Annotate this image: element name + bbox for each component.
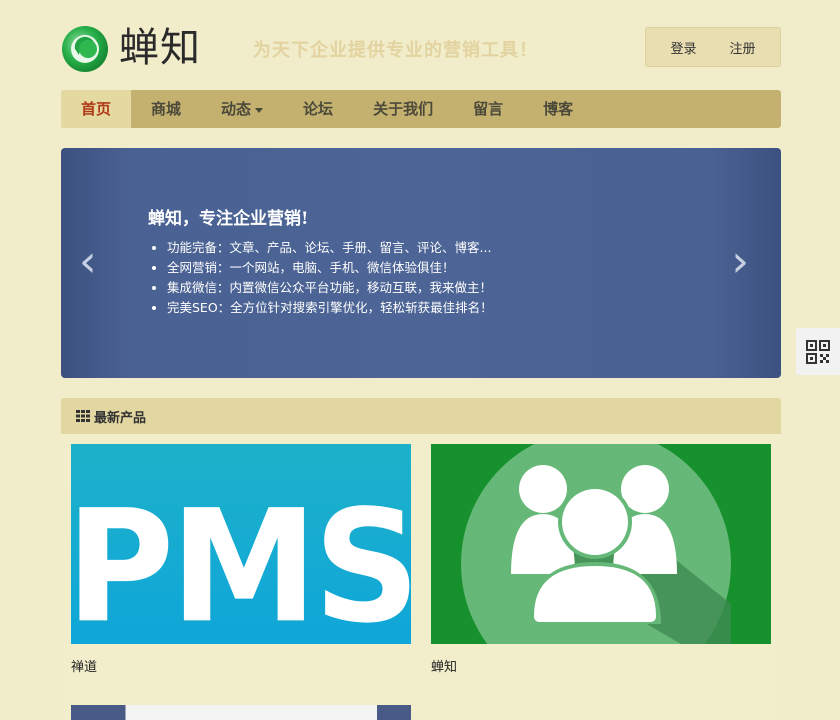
auth-box: 登录 注册 — [645, 27, 781, 67]
site-header: 蝉知 为天下企业提供专业的营销工具！ 登录 注册 — [61, 24, 781, 76]
nav-item-blog[interactable]: 博客 — [523, 90, 593, 128]
qrcode-button[interactable] — [796, 328, 840, 375]
register-link[interactable]: 注册 — [729, 38, 755, 57]
nav-item-news-label: 动态 — [221, 100, 252, 118]
product-name[interactable]: 蝉知 — [431, 656, 771, 675]
carousel-title: 蝉知，专注企业营销! — [148, 209, 309, 229]
chevron-down-icon — [255, 107, 264, 113]
site-slogan: 为天下企业提供专业的营销工具！ — [253, 40, 538, 61]
carousel-feature: 全网营销：一个网站，电脑、手机、微信体验俱佳！ — [167, 258, 493, 278]
products-panel-header: 最新产品 — [61, 398, 781, 434]
carousel-feature-list: 功能完备：文章、产品、论坛、手册、留言、评论、博客... 全网营销：一个网站，电… — [167, 238, 493, 318]
grid-icon — [76, 410, 90, 422]
carousel-prev-icon[interactable]: ‹ — [79, 240, 97, 284]
login-link[interactable]: 登录 — [670, 38, 696, 57]
main-nav: 首页 商城 动态 论坛 关于我们 留言 博客 — [61, 90, 781, 128]
nav-item-news[interactable]: 动态 — [201, 90, 283, 128]
nav-item-forum[interactable]: 论坛 — [283, 90, 353, 128]
carousel-feature: 功能完备：文章、产品、论坛、手册、留言、评论、博客... — [167, 238, 493, 258]
product-card[interactable]: 蝉知 — [431, 444, 771, 675]
carousel-feature: 完美SEO：全方位针对搜索引擎优化，轻松斩获最佳排名！ — [167, 298, 493, 318]
product-card[interactable]: PMS 禅道 — [71, 444, 411, 675]
qrcode-icon — [806, 339, 830, 364]
brand-name[interactable]: 蝉知 — [119, 26, 201, 70]
hero-carousel: 蝉知，专注企业营销! 功能完备：文章、产品、论坛、手册、留言、评论、博客... … — [61, 148, 781, 378]
product-image-text: PMS — [71, 476, 411, 644]
product-image[interactable]: PMS — [71, 444, 411, 644]
nav-item-about[interactable]: 关于我们 — [353, 90, 453, 128]
nav-item-shop[interactable]: 商城 — [131, 90, 201, 128]
logo-icon[interactable] — [61, 25, 109, 73]
carousel-next-icon[interactable]: › — [731, 240, 749, 284]
product-image[interactable] — [431, 444, 771, 644]
carousel-feature: 集成微信：内置微信公众平台功能，移动互联，我来做主！ — [167, 278, 493, 298]
nav-item-message[interactable]: 留言 — [453, 90, 523, 128]
products-panel-title: 最新产品 — [94, 410, 147, 426]
product-image[interactable] — [71, 705, 411, 720]
product-name[interactable]: 禅道 — [71, 656, 411, 675]
nav-item-home[interactable]: 首页 — [61, 90, 132, 128]
